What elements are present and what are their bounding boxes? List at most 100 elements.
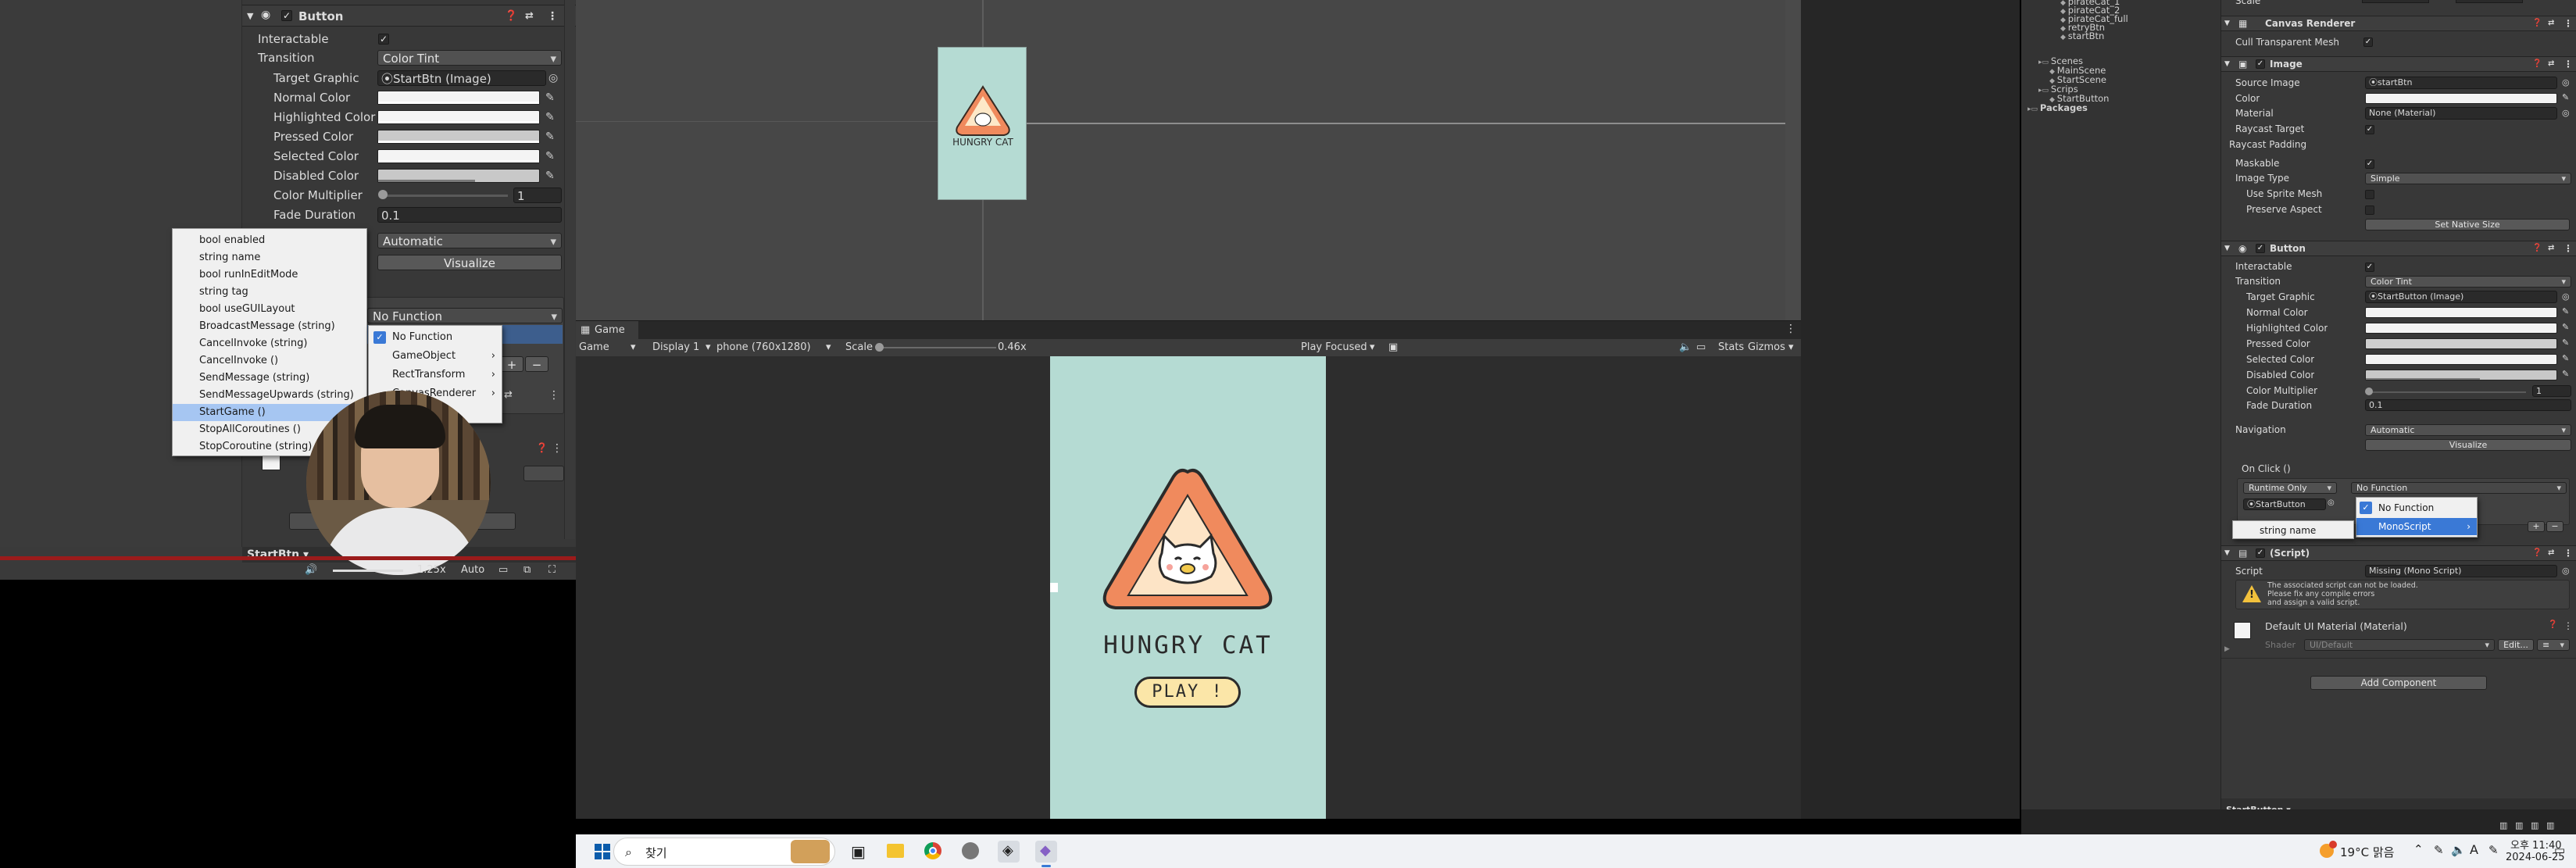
disabled-color-swatch[interactable] bbox=[377, 169, 540, 183]
eyedropper-icon[interactable]: ✎ bbox=[2562, 92, 2569, 102]
tab-game[interactable]: ▦ Game bbox=[576, 321, 638, 340]
subtitles-icon[interactable]: ▭ bbox=[498, 561, 508, 580]
ime-indicator[interactable]: A bbox=[2470, 842, 2478, 857]
play-mode-dropdown[interactable]: Play Focused bbox=[1301, 339, 1367, 356]
runtime-dropdown[interactable]: Runtime Only bbox=[2243, 482, 2337, 494]
shader-more-dropdown[interactable]: ≡ bbox=[2537, 639, 2570, 651]
shader-edit-button[interactable]: Edit... bbox=[2498, 639, 2534, 651]
function-menu-item[interactable]: string tag bbox=[173, 284, 366, 301]
button-component-header[interactable]: ▼ ◉ ✓ Button ❓ ⇄ ⋮ bbox=[242, 5, 576, 27]
script-field[interactable]: Missing (Mono Script) bbox=[2365, 565, 2557, 577]
display-dropdown[interactable]: Display 1 bbox=[652, 339, 707, 356]
raycast-target-checkbox[interactable]: ✓ bbox=[2365, 125, 2374, 134]
script-picker-icon[interactable]: ◎ bbox=[2562, 566, 2570, 576]
component-menu-item[interactable]: RectTransform › bbox=[369, 366, 502, 384]
transition-dropdown[interactable]: Color Tint bbox=[377, 50, 562, 66]
foldout-icon[interactable]: ▼ bbox=[2224, 546, 2230, 560]
preserve-aspect-checkbox[interactable] bbox=[2365, 205, 2374, 215]
function-menu-item[interactable]: CancelInvoke (string) bbox=[173, 335, 366, 352]
pressed-color-swatch[interactable] bbox=[377, 130, 540, 144]
eyedropper-icon[interactable]: ✎ bbox=[545, 150, 556, 163]
preset-icon[interactable]: ⇄ bbox=[2548, 241, 2554, 255]
more-icon[interactable]: ⋮ bbox=[552, 442, 563, 455]
onclick-function-dropdown[interactable]: No Function bbox=[2351, 482, 2567, 494]
onclick-menu-item[interactable]: ✓ No Function bbox=[2356, 499, 2477, 516]
trash-icon[interactable]: ▥ bbox=[2499, 820, 2507, 830]
preset-icon[interactable]: ⇄ bbox=[2548, 57, 2554, 71]
shader-dropdown[interactable] bbox=[523, 466, 564, 481]
more-icon[interactable]: ⋮ bbox=[2563, 241, 2573, 255]
multiplier-value[interactable]: 1 bbox=[513, 188, 562, 203]
cull-checkbox[interactable]: ✓ bbox=[2363, 38, 2373, 47]
frame-icon[interactable]: ▣ bbox=[1388, 339, 1398, 356]
target-picker-icon[interactable]: ◎ bbox=[548, 72, 559, 84]
function-menu-item[interactable]: CancelInvoke () bbox=[173, 352, 366, 370]
component-enabled-checkbox[interactable]: ✓ bbox=[281, 10, 292, 21]
eyedropper-icon[interactable]: ✎ bbox=[2562, 353, 2569, 363]
target-graphic-field[interactable]: ⦿StartBtn (Image) bbox=[377, 70, 546, 86]
foldout-icon[interactable]: ▼ bbox=[2224, 57, 2230, 71]
foldout-icon[interactable]: ▼ bbox=[2224, 16, 2230, 30]
resolution-dropdown[interactable]: phone (760x1280) bbox=[716, 339, 834, 356]
visualize-button[interactable]: Visualize bbox=[2365, 439, 2571, 451]
volume-slider[interactable] bbox=[333, 570, 403, 572]
more-icon[interactable]: ⋮ bbox=[2563, 546, 2573, 560]
miniplayer-icon[interactable]: ⧉ bbox=[523, 561, 531, 580]
fullscreen-icon[interactable]: ⛶ bbox=[548, 561, 556, 580]
onclick-object-field[interactable]: ⦿StartButton bbox=[2243, 498, 2326, 510]
preset-icon[interactable]: ⇄ bbox=[2548, 546, 2554, 560]
normal-color-swatch[interactable] bbox=[2365, 307, 2557, 318]
play-button[interactable]: PLAY ! bbox=[1134, 677, 1241, 708]
gizmos-button[interactable]: Gizmos bbox=[1748, 339, 1785, 356]
windows-start-icon[interactable] bbox=[595, 844, 610, 859]
eyedropper-icon[interactable]: ✎ bbox=[2562, 306, 2569, 316]
help-icon[interactable]: ❓ bbox=[505, 7, 517, 26]
raycast-padding-label[interactable]: Raycast Padding bbox=[2229, 139, 2306, 150]
inspector-scrollbar[interactable] bbox=[564, 0, 575, 539]
project-tree-item[interactable]: ▸▭ Packages bbox=[2028, 103, 2088, 114]
unity-icon[interactable]: ◈ bbox=[998, 841, 1020, 863]
help-icon[interactable]: ❓ bbox=[2532, 16, 2542, 30]
remove-listener-button[interactable]: − bbox=[2546, 521, 2563, 532]
source-image-field[interactable]: ⦿startBtn bbox=[2365, 77, 2557, 89]
project-tree-item[interactable]: ◆ startBtn bbox=[2060, 31, 2104, 42]
selected-color-swatch[interactable] bbox=[377, 149, 540, 163]
color-multiplier-value[interactable]: 1 bbox=[2532, 385, 2571, 397]
stats-button[interactable]: Stats bbox=[1718, 339, 1744, 356]
multiplier-slider-handle[interactable] bbox=[378, 190, 388, 199]
highlighted-color-swatch[interactable] bbox=[377, 110, 540, 124]
eyedropper-icon[interactable]: ✎ bbox=[545, 130, 556, 143]
onclick-function-dropdown[interactable]: No Function bbox=[367, 308, 563, 324]
button-enabled-checkbox[interactable]: ✓ bbox=[2256, 244, 2265, 253]
aspect-icon[interactable]: ▭ bbox=[1696, 339, 1706, 356]
material-field[interactable]: None (Material) bbox=[2365, 107, 2557, 120]
notification-icon[interactable]: ▭ bbox=[2554, 843, 2565, 857]
scale-slider-handle[interactable] bbox=[875, 343, 884, 352]
app-icon[interactable] bbox=[962, 842, 979, 859]
highlighted-color-swatch[interactable] bbox=[2365, 323, 2557, 334]
component-menu-item[interactable]: GameObject › bbox=[369, 348, 502, 365]
quality-setting[interactable]: Auto bbox=[461, 561, 484, 580]
task-view-icon[interactable]: ▣ bbox=[851, 842, 866, 861]
target-graphic-field[interactable]: ⦿StartButton (Image) bbox=[2365, 291, 2557, 303]
scale-y-field[interactable] bbox=[2456, 0, 2523, 3]
set-native-size-button[interactable]: Set Native Size bbox=[2365, 219, 2570, 230]
scale-slider[interactable] bbox=[879, 347, 996, 348]
component-menu-item[interactable]: ✓ No Function bbox=[369, 329, 502, 346]
speaker-icon[interactable]: 🔈 bbox=[2451, 843, 2466, 857]
remove-listener-button[interactable]: − bbox=[525, 356, 548, 372]
eyedropper-icon[interactable]: ✎ bbox=[545, 170, 556, 182]
use-sprite-mesh-checkbox[interactable] bbox=[2365, 190, 2374, 199]
volume-icon[interactable]: 🔊 bbox=[305, 561, 317, 580]
material-picker-icon[interactable]: ◎ bbox=[2562, 108, 2570, 118]
function-menu-item[interactable]: bool runInEditMode bbox=[173, 266, 366, 284]
add-listener-button[interactable]: + bbox=[2528, 521, 2545, 532]
fade-duration-field[interactable]: 0.1 bbox=[2365, 399, 2571, 411]
network-icon[interactable]: ✎ bbox=[2434, 843, 2444, 857]
function-menu-item[interactable]: bool enabled bbox=[173, 232, 366, 249]
taskbar-search[interactable]: ⌕ 찾기 bbox=[613, 838, 835, 866]
more-icon[interactable]: ⋮ bbox=[547, 7, 558, 26]
video-progress[interactable] bbox=[0, 556, 576, 560]
navigation-dropdown[interactable]: Automatic bbox=[377, 233, 562, 249]
help-icon[interactable]: ❓ bbox=[2548, 620, 2557, 629]
